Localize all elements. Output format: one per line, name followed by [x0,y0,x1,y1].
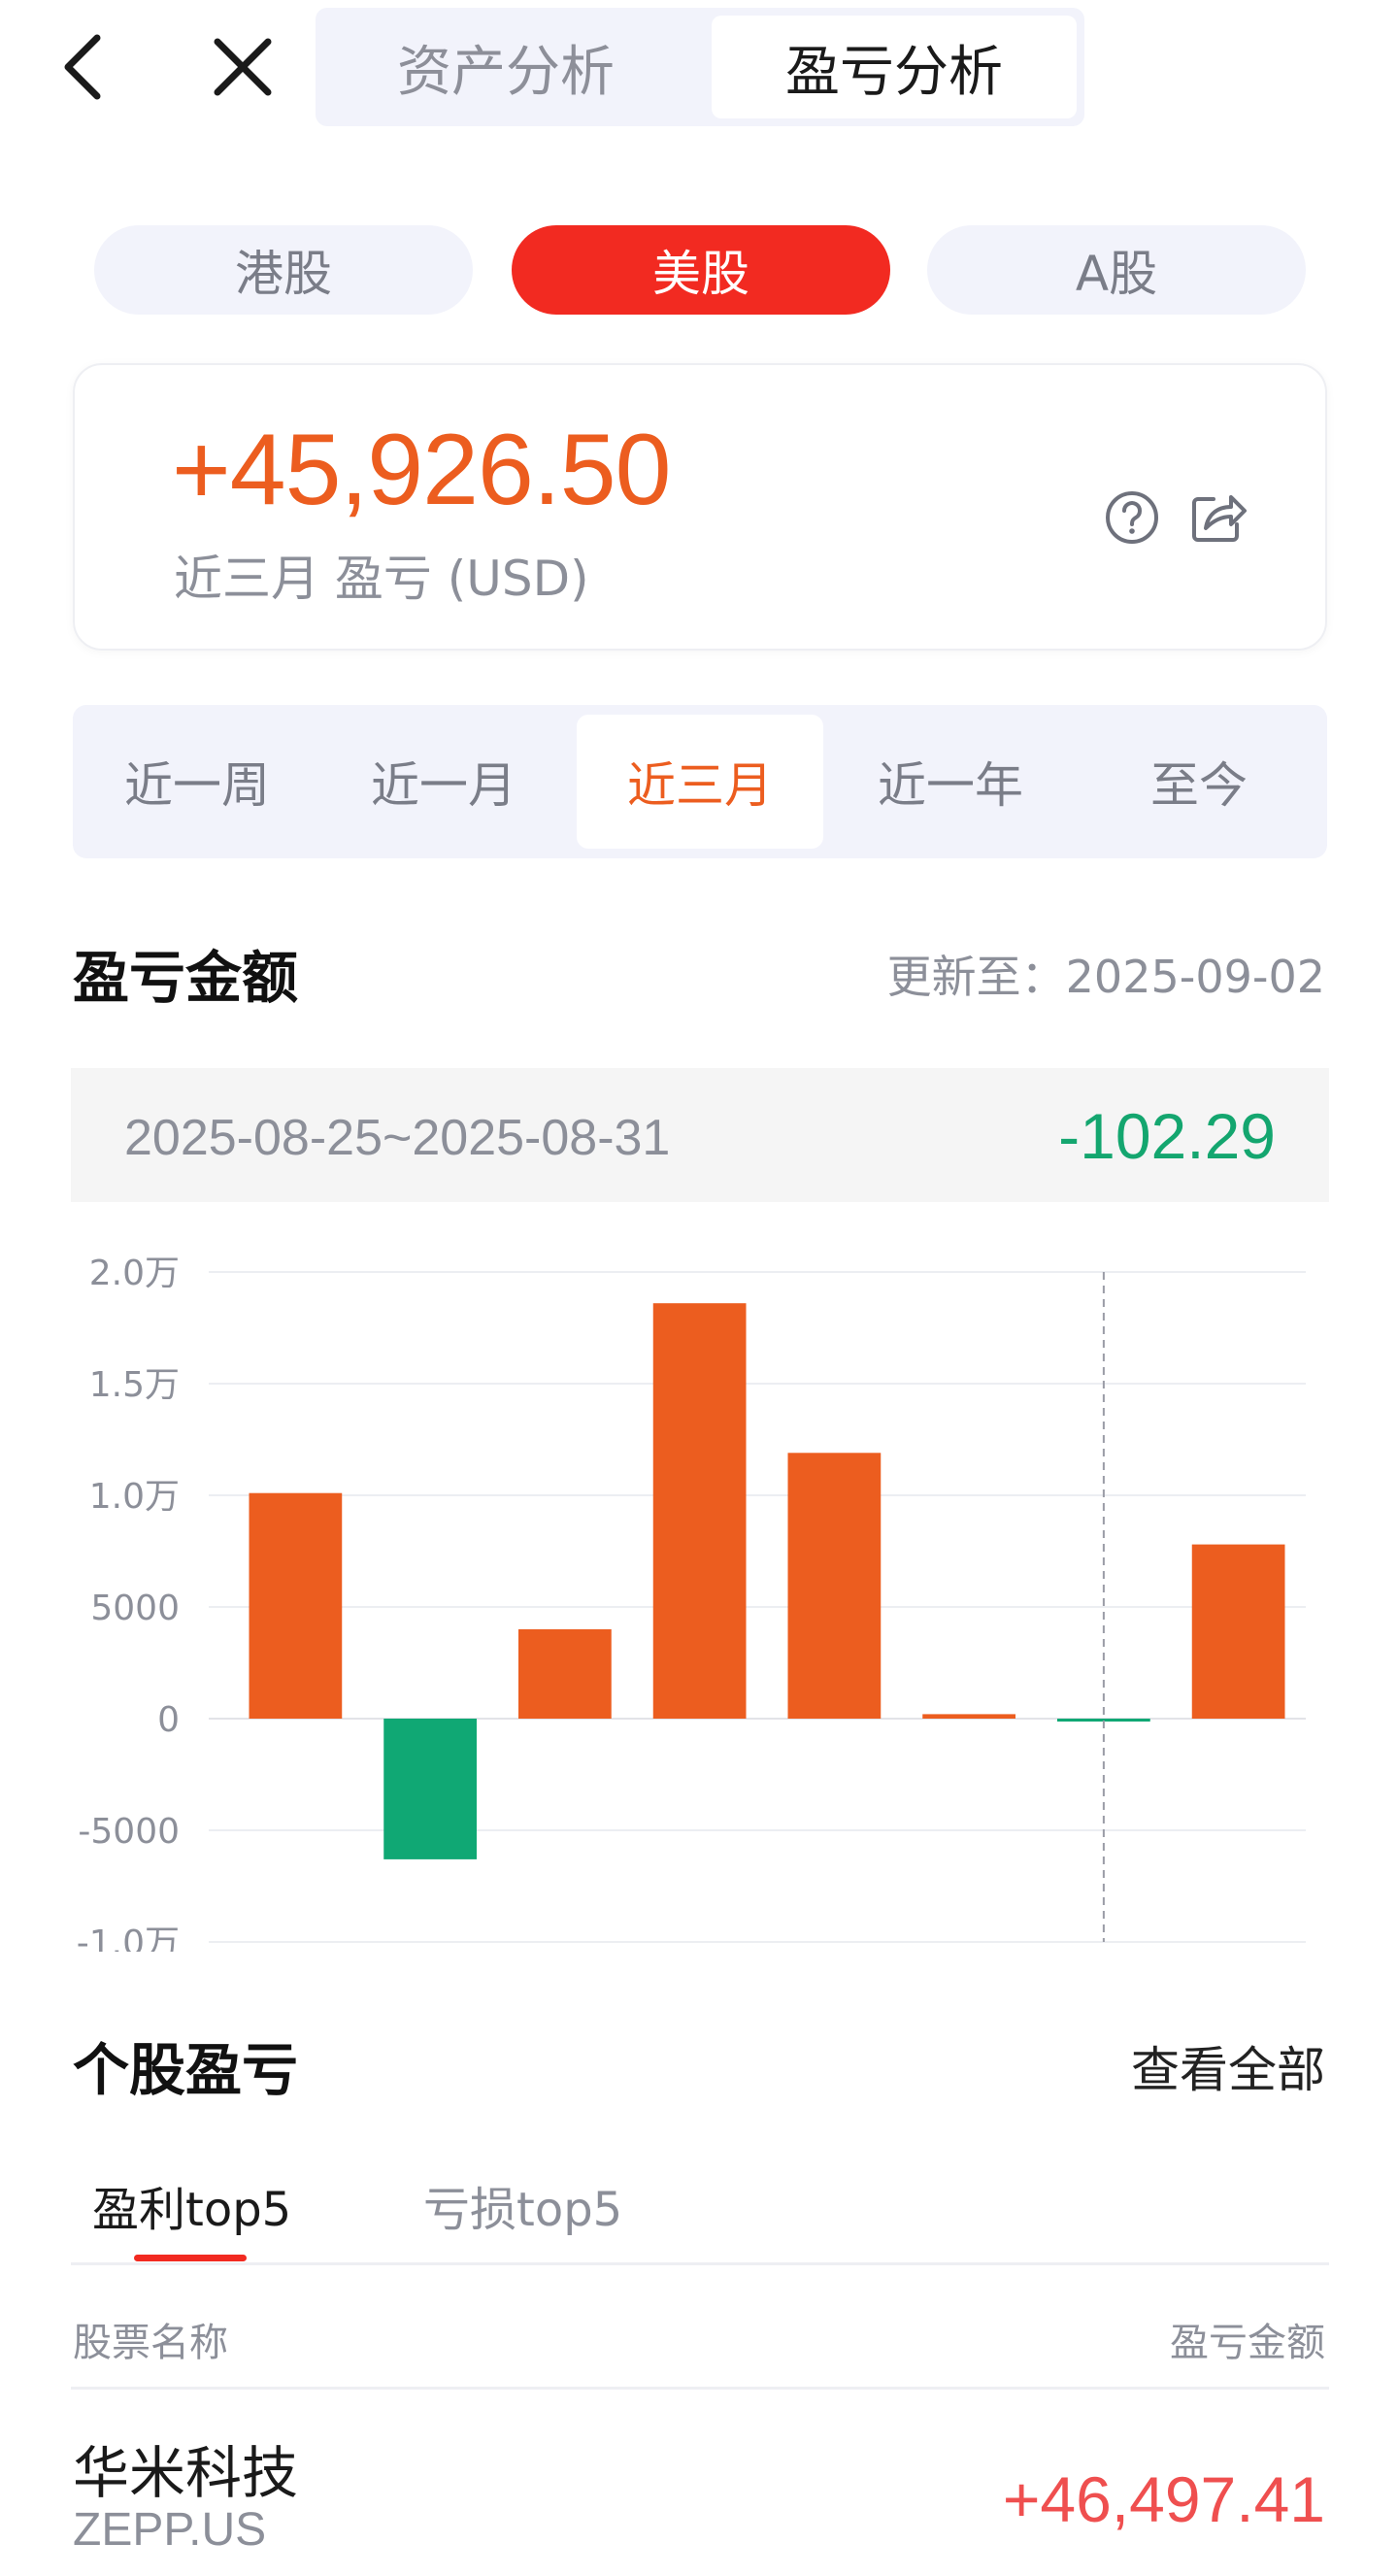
share-icon[interactable] [1186,485,1248,548]
period-selector: 近一周 近一月 近三月 近一年 至今 [73,705,1327,858]
y-tick-label: 0 [157,1700,180,1740]
back-button[interactable] [50,25,113,109]
stock-name: 华米科技 [73,2440,299,2506]
chart-bar[interactable] [1191,1544,1285,1719]
pnl-summary-card: +45,926.50 近三月 盈亏 (USD) [73,363,1327,651]
chart-bar[interactable] [249,1492,343,1719]
close-button[interactable] [204,25,282,109]
period-tab-week[interactable]: 近一周 [74,715,320,849]
analysis-segmented-control: 资产分析 盈亏分析 [316,8,1084,126]
selected-range-dates: 2025-08-25~2025-08-31 [124,1110,671,1166]
tab-asset-analysis[interactable]: 资产分析 [323,16,688,118]
stock-pnl-value: +46,497.41 [1002,2463,1325,2535]
y-tick-label: 5000 [90,1589,180,1628]
market-tab-hk[interactable]: 港股 [94,225,473,315]
divider [71,2387,1329,2390]
tab-profit-top5[interactable]: 盈利top5 [92,2171,291,2239]
chart-bar[interactable] [518,1629,612,1719]
selected-range-box: 2025-08-25~2025-08-31 -102.29 [71,1068,1329,1202]
column-header-name: 股票名称 [73,2321,228,2365]
chart-bar[interactable] [787,1453,882,1719]
y-tick-label: 1.0万 [89,1477,180,1517]
pnl-total-label: 近三月 盈亏 (USD) [174,551,589,607]
chart-bar[interactable] [922,1714,1015,1719]
divider [71,2262,1329,2265]
period-tab-three-months[interactable]: 近三月 [577,715,823,849]
y-tick-label: 1.5万 [89,1365,180,1405]
market-tab-us[interactable]: 美股 [512,225,890,315]
update-date: 更新至：2025-09-02 [886,951,1325,1003]
market-tab-a-share[interactable]: A股 [927,225,1306,315]
period-tab-month[interactable]: 近一月 [320,715,567,849]
y-tick-label: -1.0万 [77,1924,180,1952]
period-tab-year[interactable]: 近一年 [827,715,1074,849]
selected-range-value: -102.29 [1058,1100,1276,1172]
period-tab-ytd[interactable]: 至今 [1076,715,1322,849]
pnl-total-value: +45,926.50 [172,414,671,526]
tab-pnl-analysis[interactable]: 盈亏分析 [712,16,1077,118]
column-header-amount: 盈亏金额 [1170,2321,1325,2365]
y-tick-label: -5000 [78,1812,180,1852]
y-tick-label: 2.0万 [89,1254,180,1293]
chart-bar[interactable] [383,1719,477,1859]
active-tab-indicator [134,2255,247,2261]
stock-pnl-title: 个股盈亏 [73,2037,299,2103]
chart-bar[interactable] [652,1303,747,1719]
help-circle-icon[interactable] [1104,489,1160,546]
tab-loss-top5[interactable]: 亏损top5 [423,2171,622,2239]
pnl-bar-chart[interactable]: 2.0万 1.5万 1.0万 5000 0 -5000 -1.0万 [58,1233,1320,1952]
view-all-link[interactable]: 查看全部 [1131,2031,1325,2101]
chevron-left-icon [64,34,101,100]
stock-code: ZEPP.US [73,2504,267,2556]
close-icon [214,38,272,96]
pnl-amount-title: 盈亏金额 [73,945,299,1011]
